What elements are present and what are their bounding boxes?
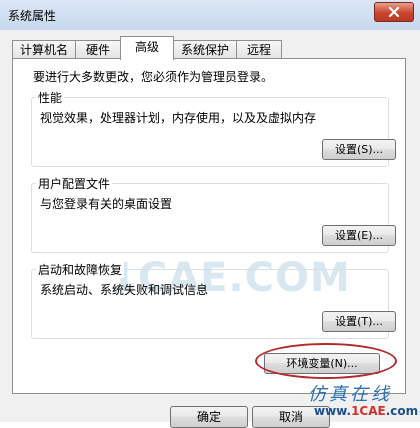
tab-remote[interactable]: 远程 (236, 40, 282, 59)
performance-title: 性能 (36, 89, 65, 106)
tab-strip: 计算机名 硬件 高级 系统保护 远程 (12, 36, 412, 60)
admin-notice: 要进行大多数更改，您必须作为管理员登录。 (33, 70, 274, 84)
brand-url-accent: 1CAE (351, 404, 386, 418)
startup-recovery-group: 启动和故障恢复 系统启动、系统失败和调试信息 设置(T)... (31, 261, 396, 339)
system-properties-window: 系统属性 计算机名 硬件 高级 系统保护 远程 要进行大多数更改，您必须作为管理… (0, 0, 420, 428)
startup-recovery-description: 系统启动、系统失败和调试信息 (40, 283, 209, 297)
performance-settings-button[interactable]: 设置(S)... (322, 139, 396, 160)
brand-logo: 仿真在线 www.1CAE.com (306, 380, 418, 420)
advanced-tab-panel: 要进行大多数更改，您必须作为管理员登录。 1CAE.COM 性能 视觉效果，处理… (12, 58, 406, 394)
tab-advanced[interactable]: 高级 (120, 36, 174, 60)
tab-system-protection[interactable]: 系统保护 (173, 40, 237, 59)
tab-label: 高级 (134, 40, 159, 54)
tab-computer-name[interactable]: 计算机名 (12, 40, 76, 59)
user-profiles-description: 与您登录有关的桌面设置 (40, 197, 173, 211)
brand-name: 仿真在线 (308, 384, 392, 405)
startup-recovery-title: 启动和故障恢复 (36, 261, 125, 278)
user-profiles-settings-button[interactable]: 设置(E)... (322, 225, 396, 246)
environment-variables-button[interactable]: 环境变量(N)... (264, 353, 380, 374)
brand-url-prefix: www. (314, 404, 352, 418)
window-title: 系统属性 (8, 9, 57, 23)
brand-url-suffix: .com (385, 404, 419, 418)
ok-button[interactable]: 确定 (170, 406, 248, 428)
close-button[interactable] (374, 2, 414, 22)
tab-label: 远程 (246, 43, 271, 57)
performance-description: 视觉效果，处理器计划，内存使用，以及及虚拟内存 (40, 111, 317, 125)
user-profiles-title: 用户配置文件 (36, 175, 113, 192)
close-icon (388, 7, 400, 17)
tab-label: 硬件 (85, 43, 110, 57)
title-bar[interactable]: 系统属性 (0, 0, 420, 30)
performance-group: 性能 视觉效果，处理器计划，内存使用，以及及虚拟内存 设置(S)... (31, 89, 396, 167)
user-profiles-group: 用户配置文件 与您登录有关的桌面设置 设置(E)... (31, 175, 396, 253)
tab-label: 计算机名 (19, 43, 68, 57)
tab-hardware[interactable]: 硬件 (75, 40, 121, 59)
tab-label: 系统保护 (180, 43, 229, 57)
brand-url: www.1CAE.com (314, 404, 418, 418)
startup-recovery-settings-button[interactable]: 设置(T)... (322, 311, 396, 332)
